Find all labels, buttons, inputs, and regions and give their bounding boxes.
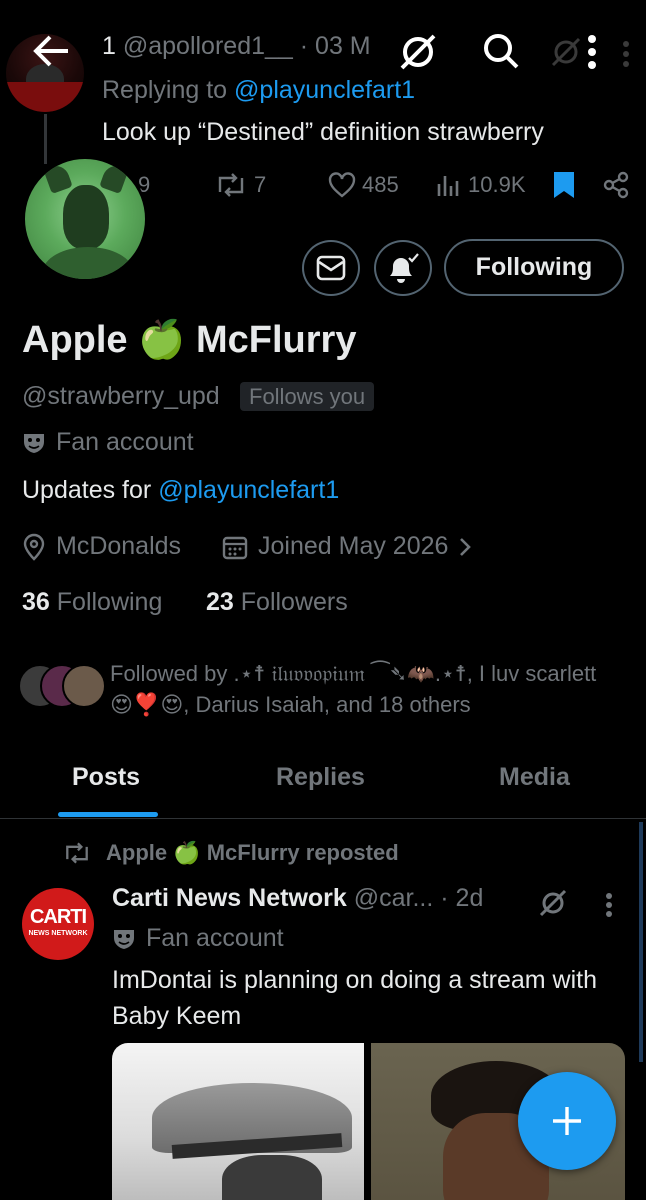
follows-you-badge: Follows you: [240, 382, 375, 411]
followers-count: 23: [206, 588, 234, 616]
followed-by-avatars[interactable]: [18, 664, 108, 710]
category-label: Fan account: [56, 428, 194, 456]
location-label: McDonalds: [56, 532, 182, 560]
followers-count-link[interactable]: 23 Followers: [206, 588, 348, 617]
post-author-category: Fan account: [112, 924, 284, 953]
grok-icon[interactable]: [398, 32, 438, 72]
joined-date[interactable]: Joined May 2026: [222, 532, 472, 561]
active-tab-indicator: [58, 812, 158, 817]
profile-tabs: Posts Replies Media: [0, 745, 646, 819]
avatar-face: [63, 185, 109, 249]
following-count-link[interactable]: 36 Following: [22, 588, 162, 617]
tweet-handle[interactable]: @apollored1__: [123, 32, 293, 60]
avatar-logo-subtext: NEWS NETWORK: [28, 930, 88, 937]
location-icon: [22, 533, 46, 561]
repost-icon: [62, 841, 92, 865]
bio-link[interactable]: @playunclefart1: [158, 476, 339, 504]
back-arrow-icon[interactable]: [32, 34, 70, 68]
post-time: · 2d: [440, 884, 484, 912]
tab-posts[interactable]: Posts: [72, 763, 140, 792]
grok-icon-dim: [550, 36, 582, 68]
views-stat[interactable]: 10.9K: [436, 172, 526, 198]
profile-bio: Updates for @playunclefart1: [22, 476, 339, 505]
compose-plus-icon: [550, 1104, 584, 1138]
joined-label: Joined May 2026: [258, 532, 449, 560]
replying-to-line: Replying to @playunclefart1: [102, 76, 415, 105]
bookmark-icon[interactable]: [552, 170, 576, 200]
location: McDonalds: [22, 532, 181, 561]
tweet-header: 1 @apollored1__ · 03 M: [102, 32, 371, 61]
repost-count: 7: [254, 172, 267, 197]
repost-stat[interactable]: 7: [214, 172, 266, 198]
profile-handle: @strawberry_upd: [22, 382, 220, 410]
grok-icon[interactable]: [538, 888, 568, 918]
replying-to-link[interactable]: @playunclefart1: [234, 76, 415, 104]
tab-media[interactable]: Media: [499, 763, 570, 792]
bell-icon: [386, 252, 420, 284]
post-image-1[interactable]: [112, 1043, 364, 1200]
more-vertical-icon-dim: [621, 40, 631, 68]
chevron-right-icon: [458, 536, 472, 558]
mask-icon: [112, 927, 136, 951]
more-vertical-icon[interactable]: [586, 34, 598, 70]
notifications-button[interactable]: [374, 240, 432, 296]
avatar-ear-left: [43, 162, 73, 194]
calendar-icon: [222, 534, 248, 560]
following-button[interactable]: Following: [444, 239, 624, 296]
repost-indicator[interactable]: Apple 🍏 McFlurry reposted: [62, 840, 399, 866]
following-label: Following: [56, 588, 163, 616]
post-author-handle[interactable]: @car...: [354, 884, 434, 912]
thread-line: [44, 114, 47, 164]
tweet-date: 03 M: [315, 32, 371, 60]
post-author-avatar[interactable]: CARTI NEWS NETWORK: [22, 888, 94, 960]
display-name: Apple 🍏 McFlurry: [22, 319, 357, 361]
tweet-separator: ·: [299, 32, 309, 60]
like-stat[interactable]: 485: [328, 172, 399, 198]
avatar-body: [43, 247, 133, 279]
profile-category: Fan account: [22, 428, 194, 457]
post-author-name[interactable]: Carti News Network: [112, 884, 347, 912]
replying-prefix: Replying to: [102, 76, 228, 104]
post-more-icon[interactable]: [604, 892, 614, 918]
post-category-label: Fan account: [146, 924, 284, 952]
like-icon: [328, 172, 356, 198]
views-icon: [436, 172, 462, 198]
compose-button[interactable]: [518, 1072, 616, 1170]
followed-by-text[interactable]: Followed by .⋆☨ 𝔦𝔩𝔲𝔳𝔳𝔬𝔭𝔦𝔲𝔪 ⁀➴🦇.⋆☨, I luv…: [110, 658, 630, 720]
profile-avatar[interactable]: [22, 156, 148, 282]
image-face: [222, 1155, 322, 1200]
bio-prefix: Updates for: [22, 476, 152, 504]
repost-icon: [214, 172, 248, 198]
reply-count: 1: [102, 32, 116, 60]
post-text: ImDontai is planning on doing a stream w…: [112, 966, 597, 1030]
avatar-logo-text: CARTI: [29, 906, 87, 928]
scrollbar[interactable]: [639, 822, 643, 1062]
views-count: 10.9K: [468, 172, 526, 197]
search-icon[interactable]: [482, 32, 520, 70]
mail-icon: [316, 255, 346, 281]
following-count: 36: [22, 588, 50, 616]
post-header: Carti News Network @car... · 2d: [112, 884, 483, 913]
tweet-text: Look up “Destined” definition strawberry: [102, 118, 544, 146]
tab-replies[interactable]: Replies: [276, 763, 365, 792]
share-icon[interactable]: [602, 171, 630, 199]
mask-icon: [22, 431, 46, 455]
repost-label: Apple 🍏 McFlurry reposted: [106, 840, 399, 865]
followers-label: Followers: [240, 588, 348, 616]
avatar: [62, 664, 106, 708]
message-button[interactable]: [302, 240, 360, 296]
like-count: 485: [362, 172, 399, 197]
